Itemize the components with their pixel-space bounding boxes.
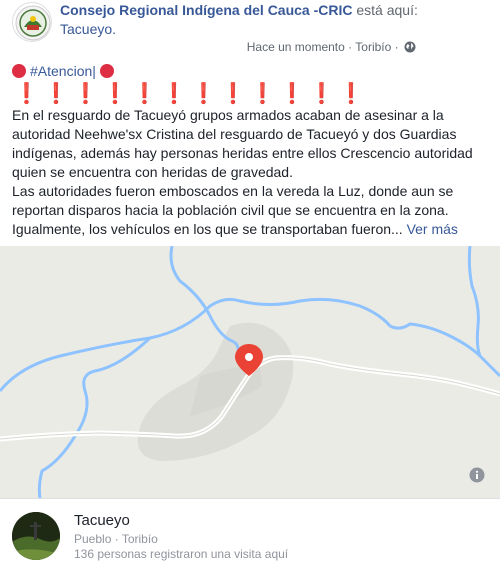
place-name[interactable]: Tacueyo <box>74 511 130 530</box>
red-circle-icon <box>12 64 26 78</box>
post-location[interactable]: Toribío <box>355 40 391 54</box>
post-meta: Hace un momento · Toribío · <box>247 40 416 54</box>
meta-separator-2: · <box>394 40 399 54</box>
see-more-link[interactable]: Ver más <box>407 221 458 237</box>
post-header: Consejo Regional Indígena del Cauca -CRI… <box>0 0 500 60</box>
red-circle-icon <box>99 64 114 78</box>
post-timestamp[interactable]: Hace un momento <box>247 40 345 54</box>
post-body: #Atencion| ❗❗❗❗❗❗❗❗❗❗❗❗ En el resguardo … <box>12 60 492 239</box>
place-visits: 136 personas registraron una visita aquí <box>74 547 289 561</box>
post-title-line: Consejo Regional Indígena del Cauca -CRI… <box>60 1 496 39</box>
page-name-link[interactable]: Consejo Regional Indígena del Cauca -CRI… <box>60 2 352 18</box>
location-map[interactable] <box>0 246 500 498</box>
place-card[interactable]: Tacueyo Pueblo · Toribío 136 personas re… <box>0 498 500 563</box>
post-paragraph: En el resguardo de Tacueyó grupos armado… <box>12 107 473 180</box>
place-link[interactable]: Tacueyo. <box>60 21 116 37</box>
page-avatar[interactable] <box>12 2 52 42</box>
place-photo <box>12 512 60 560</box>
is-here-text: está aquí: <box>352 2 418 18</box>
hashtag-link[interactable]: #Atencion| <box>30 62 96 81</box>
exclamation-marks: ❗❗❗❗❗❗❗❗❗❗❗❗ <box>14 83 369 105</box>
info-icon[interactable] <box>469 467 485 483</box>
place-type: Pueblo · Toribío <box>74 532 158 546</box>
meta-separator: · <box>348 40 353 54</box>
map-canvas <box>0 246 500 498</box>
cric-logo-icon <box>15 5 51 41</box>
place-thumbnail[interactable] <box>12 512 60 560</box>
globe-icon[interactable] <box>404 41 416 53</box>
post-paragraph: Las autoridades fueron emboscados en la … <box>12 182 492 239</box>
post-paragraph-text: Las autoridades fueron emboscados en la … <box>12 183 454 237</box>
alert-line: #Atencion| <box>12 60 492 82</box>
